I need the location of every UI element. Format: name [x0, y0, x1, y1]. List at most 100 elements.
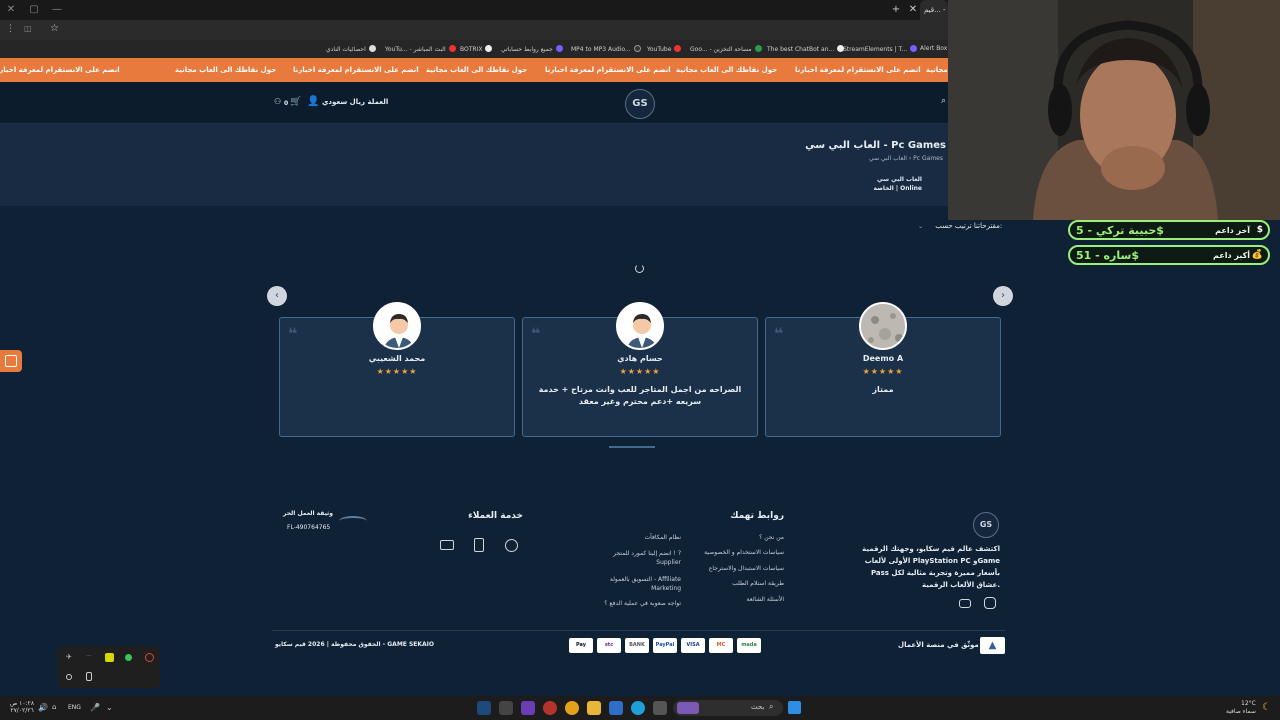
file-explorer-icon[interactable]	[587, 701, 601, 715]
last-donor-value: حبيبة تركي - 5$	[1076, 224, 1164, 237]
last-donor-badge: حبيبة تركي - 5$ آخر داعم $	[1068, 220, 1270, 240]
restore-window-icon[interactable]: ▢	[27, 3, 41, 17]
footer-logo[interactable]: GS	[973, 512, 999, 538]
ticker-item: حول نقاطك الى العاب مجانية	[426, 66, 528, 74]
footer-link[interactable]: سياسات الاستخدام و الخصوصية	[704, 549, 784, 556]
reviewer-name: حسام هادي	[617, 354, 663, 363]
site-header	[0, 82, 948, 124]
slider-prev-button[interactable]: ‹	[267, 286, 287, 306]
network-icon[interactable]: ⌂	[52, 703, 56, 711]
bookmark-item[interactable]: BOTRIX	[460, 45, 493, 53]
footer-link[interactable]: التسويق بالعمولة - Affiliate Marketing	[599, 575, 681, 593]
paypal-icon: PayPal	[653, 638, 677, 653]
taskbar-search[interactable]: بحث ⌕	[673, 700, 783, 716]
app-icon[interactable]	[653, 701, 667, 715]
money-bag-icon: 💰	[1251, 250, 1263, 260]
microphone-icon[interactable]: 🎤	[90, 703, 100, 712]
clock[interactable]: ١٠:٢٨ ص ٢٧/٠٢/٢٦	[10, 700, 34, 714]
footer-link[interactable]: طريقة استلام الطلب	[732, 580, 784, 587]
obs-icon[interactable]	[521, 701, 535, 715]
floating-toolbar: ✈ ···	[58, 646, 160, 688]
footer-link[interactable]: نظام المكافآت	[645, 534, 682, 541]
tab-bar: ✕ ▢ — + ✕	[0, 0, 948, 20]
sort-select[interactable]: مقترحاتنا	[974, 222, 1000, 230]
youtube-icon[interactable]	[959, 599, 971, 608]
bookmark-item[interactable]: Alert Box	[920, 45, 947, 52]
ticker-item: حول نقاطك الى العاب مجانية	[175, 66, 277, 74]
whatsapp-icon[interactable]	[505, 539, 518, 552]
status-dot-icon[interactable]	[125, 654, 132, 661]
edge-icon[interactable]	[631, 701, 645, 715]
chrome-icon[interactable]	[565, 701, 579, 715]
store-icon[interactable]	[609, 701, 623, 715]
language-indicator[interactable]: ENG	[68, 704, 81, 711]
close-tab-icon[interactable]: ✕	[906, 3, 920, 17]
bookmark-item[interactable]: StreamElements | T...	[843, 45, 918, 53]
close-window-icon[interactable]: ✕	[4, 3, 18, 17]
bookmark-item[interactable]: YouTu... - البث المباشر	[385, 45, 456, 53]
user-icon[interactable]: 👤	[307, 96, 319, 107]
yellow-app-icon[interactable]	[105, 653, 114, 662]
start-button-icon[interactable]	[788, 701, 801, 714]
footer-link[interactable]: الأسئلة الشائعة	[747, 596, 785, 603]
search-icon: ⌕	[769, 702, 774, 711]
pin-icon[interactable]: ✈	[66, 653, 72, 661]
category-hero	[0, 124, 1020, 206]
currency-selector[interactable]: العملة ريال سعودي	[322, 98, 388, 106]
footer-link[interactable]: تواجه صعوبة في عملية الدفع ؟	[604, 600, 681, 607]
taskview-icon[interactable]	[499, 701, 513, 715]
slider-pagination[interactable]	[609, 446, 655, 448]
volume-icon[interactable]: 🔊	[38, 703, 48, 712]
steam-icon[interactable]	[477, 701, 491, 715]
visa-icon: VISA	[681, 638, 705, 653]
chevron-up-icon[interactable]: ⌄	[106, 703, 113, 712]
slider-next-button[interactable]: ›	[993, 286, 1013, 306]
menu-dots-icon[interactable]: ⋮	[6, 24, 15, 34]
announcement-ticker[interactable]: انضم على الانستقرام لمعرفة اخبارنا حول ن…	[0, 58, 948, 82]
dollar-icon: $	[1256, 225, 1263, 235]
weather-widget[interactable]: 12°C سماء صافية	[1226, 700, 1256, 716]
freelance-license-title: وثيقة العمل الحر	[283, 510, 334, 517]
bookmark-item[interactable]: MP4 to MP3 Audio...	[571, 45, 641, 53]
email-icon[interactable]	[440, 540, 454, 550]
minimize-window-icon[interactable]: —	[50, 3, 64, 17]
tab-active[interactable]: قيم... - Pc	[920, 0, 948, 20]
dots-icon[interactable]: ···	[86, 653, 92, 660]
reviewer-avatar	[373, 302, 421, 350]
settings-icon[interactable]	[66, 674, 72, 680]
instagram-icon[interactable]	[984, 597, 996, 609]
rewards-gift-button[interactable]	[0, 350, 22, 372]
footer-link[interactable]: سياسات الاستبدال والاسترجاع	[709, 565, 784, 572]
business-platform-badge-icon[interactable]: ▲	[980, 637, 1005, 654]
footer-link[interactable]: انضم إلينا كمورد للمتجر ! ? Supplier	[605, 549, 681, 567]
search-placeholder: بحث	[751, 703, 765, 711]
mouse-icon[interactable]	[86, 672, 92, 681]
phone-icon[interactable]	[474, 538, 484, 552]
bookmark-item[interactable]: YouTube	[647, 45, 682, 53]
wishlist-icon[interactable]: ⚇	[274, 97, 281, 106]
bookmark-item[interactable]: جميع روابط حساباتي	[501, 45, 563, 53]
quote-icon: ❝	[774, 324, 784, 343]
chevron-down-icon[interactable]: ⌄	[918, 223, 923, 230]
app-icon[interactable]	[543, 701, 557, 715]
new-tab-icon[interactable]: +	[889, 3, 903, 17]
bookmark-item[interactable]: احصائيات النادي	[326, 45, 376, 53]
bookmark-item[interactable]: Goo... - مساحة التخزين	[690, 45, 762, 53]
bookmark-star-icon[interactable]: ☆	[50, 23, 59, 34]
category-line: الخاصة | Online	[873, 185, 922, 192]
search-icon[interactable]: ⌕	[941, 96, 946, 106]
bookmarks-bar: احصائيات النادي YouTu... - البث المباشر …	[0, 40, 948, 58]
quote-icon: ❝	[531, 324, 541, 343]
cart-icon[interactable]: 🛒	[290, 97, 301, 107]
address-bar[interactable]: ⋮ ◫ ☆	[0, 20, 948, 40]
ticker-item: حول نقاطك الى العاب مجانية	[926, 66, 948, 74]
quote-icon: ❝	[288, 324, 298, 343]
bookmark-item[interactable]: The best ChatBot an...	[767, 45, 845, 53]
breadcrumb[interactable]: العاب البي سي › Pc Games	[869, 155, 943, 162]
reviewer-name: Deemo A	[862, 354, 904, 363]
site-logo[interactable]: GS	[625, 89, 655, 119]
record-icon[interactable]	[145, 653, 154, 662]
extensions-icon[interactable]: ◫	[24, 24, 32, 33]
footer-link[interactable]: من نحن ؟	[759, 534, 784, 541]
rating-stars: ★★★★★	[619, 367, 661, 376]
